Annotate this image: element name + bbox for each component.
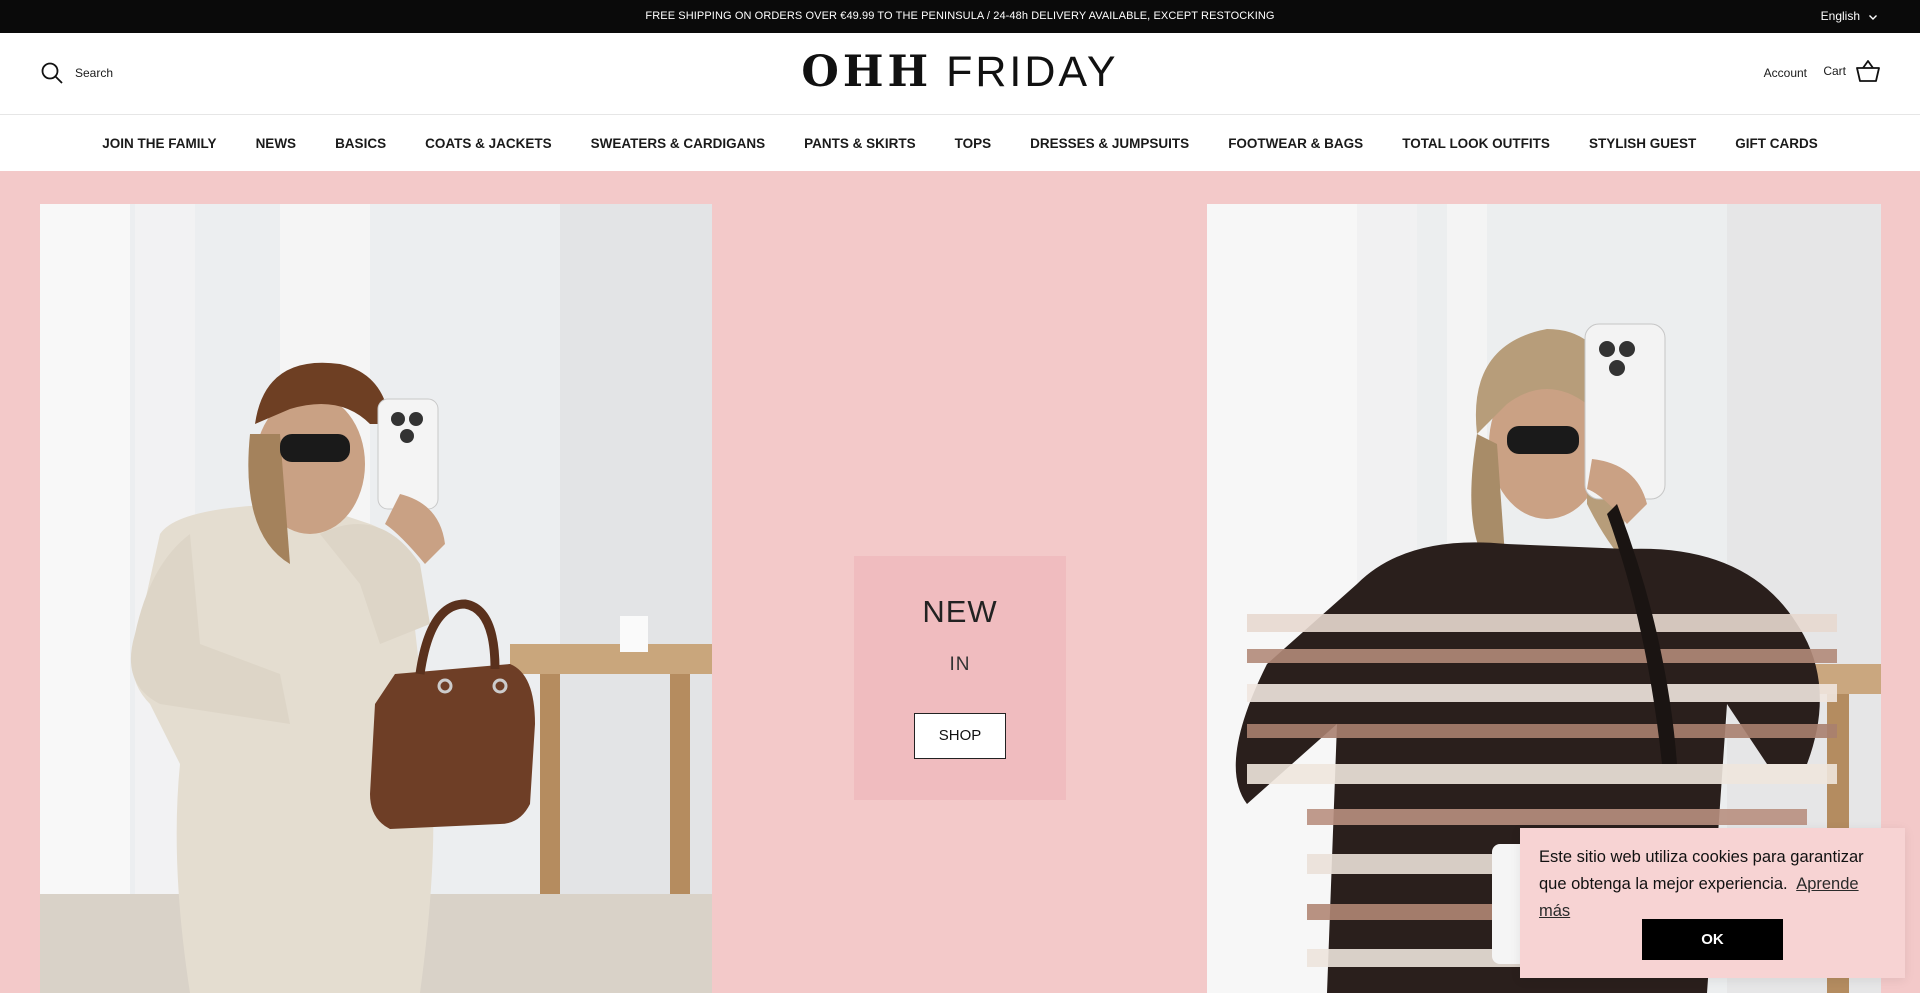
nav-item-news[interactable]: NEWS: [236, 136, 316, 151]
chevron-down-icon: [1869, 14, 1877, 20]
nav-item-sweaters-cardigans[interactable]: SWEATERS & CARDIGANS: [571, 136, 785, 151]
nav-item-coats-jackets[interactable]: COATS & JACKETS: [406, 136, 572, 151]
nav-item-stylish-guest[interactable]: STYLISH GUEST: [1569, 136, 1715, 151]
nav-item-footwear-bags[interactable]: FOOTWEAR & BAGS: [1209, 136, 1383, 151]
logo-ohh: OHH: [801, 47, 933, 97]
cookie-ok-button[interactable]: OK: [1642, 919, 1783, 960]
nav-item-total-look-outfits[interactable]: TOTAL LOOK OUTFITS: [1383, 136, 1570, 151]
logo-friday: FRIDAY: [946, 48, 1119, 96]
announcement-message: FREE SHIPPING ON ORDERS OVER €49.99 TO T…: [645, 10, 1275, 22]
cookie-message-container: Este sitio web utiliza cookies para gara…: [1539, 844, 1889, 925]
hero-photo-cream-sweater-image: [40, 204, 712, 993]
promo-heading: NEW: [922, 594, 998, 629]
cart-button[interactable]: Cart: [1823, 60, 1880, 82]
nav-item-gift-cards[interactable]: GIFT CARDS: [1716, 136, 1838, 151]
nav-item-pants-skirts[interactable]: PANTS & SKIRTS: [785, 136, 936, 151]
site-logo[interactable]: OHH FRIDAY: [0, 47, 1920, 97]
announcement-bar: FREE SHIPPING ON ORDERS OVER €49.99 TO T…: [0, 0, 1920, 33]
nav-item-tops[interactable]: TOPS: [935, 136, 1011, 151]
nav-item-join-the-family[interactable]: JOIN THE FAMILY: [83, 136, 236, 151]
language-selector[interactable]: English: [1821, 0, 1878, 33]
language-label: English: [1820, 9, 1860, 23]
main-nav: JOIN THE FAMILY NEWS BASICS COATS & JACK…: [0, 115, 1920, 171]
promo-subheading: IN: [949, 654, 971, 675]
cart-icon: [1856, 60, 1880, 82]
hero-photo-cream-sweater[interactable]: [40, 204, 712, 993]
cookie-banner: Este sitio web utiliza cookies para gara…: [1520, 828, 1905, 978]
shop-button[interactable]: SHOP: [914, 713, 1006, 759]
site-header: Search OHH FRIDAY Account Cart: [0, 33, 1920, 115]
cart-label: Cart: [1823, 64, 1846, 78]
new-in-promo-box: NEW IN SHOP: [854, 556, 1066, 800]
nav-item-basics[interactable]: BASICS: [316, 136, 406, 151]
nav-item-dresses-jumpsuits[interactable]: DRESSES & JUMPSUITS: [1011, 136, 1209, 151]
account-link[interactable]: Account: [1764, 66, 1807, 80]
